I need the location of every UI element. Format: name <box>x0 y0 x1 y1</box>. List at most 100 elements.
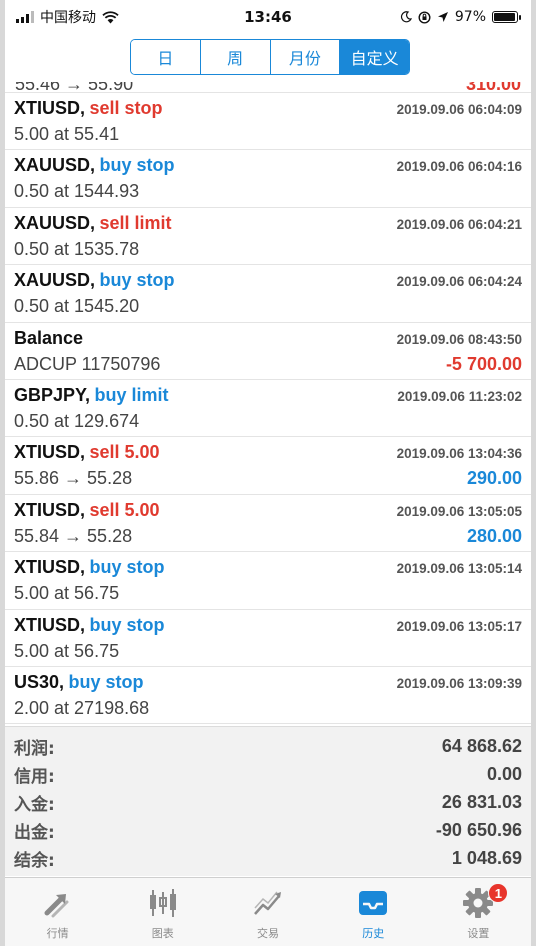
order-type-label: sell 5.00 <box>89 499 160 520</box>
battery-icon <box>492 11 521 23</box>
summary-label: 利润: <box>14 738 55 759</box>
history-row-details: 5.00 at 56.75 <box>14 583 522 604</box>
symbol-label: GBPJPY, <box>14 384 91 405</box>
status-left: 中国移动 <box>16 7 119 27</box>
order-detail: 0.50 at 129.674 <box>14 410 140 431</box>
summary-row: 入金: 26 831.03 <box>14 788 522 816</box>
order-type-label: sell limit <box>99 212 172 233</box>
symbol-label: XTIUSD, <box>14 557 86 578</box>
tab-settings-gear[interactable]: 设置 1 <box>426 878 531 946</box>
order-detail: 5.00 at 56.75 <box>14 583 120 604</box>
tab-candlestick-chart[interactable]: 图表 <box>110 878 215 946</box>
period-tab-0[interactable]: 日 <box>131 40 201 74</box>
summary-row: 出金: -90 650.96 <box>14 816 522 844</box>
history-row[interactable]: XTIUSD, sell 5.00 2019.09.06 13:04:36 55.8… <box>5 437 531 495</box>
location-arrow-icon <box>437 12 448 22</box>
history-row-header: US30, buy stop 2019.09.06 13:09:39 <box>14 672 522 693</box>
history-row-details: 55.86 → 55.28 290.00 <box>14 468 522 489</box>
history-row[interactable]: Balance 2019.09.06 08:43:50 ADCUP 11750796… <box>5 323 531 380</box>
history-row[interactable]: XTIUSD, buy stop 2019.09.06 13:05:14 5.00 … <box>5 552 531 610</box>
tab-label: 图表 <box>151 927 174 940</box>
quotes-arrows-icon <box>41 886 75 920</box>
history-row-header: XTIUSD, sell 5.00 2019.09.06 13:04:36 <box>14 442 522 463</box>
profit-amount: 290.00 <box>466 468 522 489</box>
summary-row: 结余: 1 048.69 <box>14 844 522 872</box>
history-row-details: 2.00 at 27198.68 <box>14 698 522 719</box>
history-row-title: XTIUSD, sell 5.00 <box>14 442 160 463</box>
tab-label: 行情 <box>46 927 69 940</box>
history-row-details: 0.50 at 1545.20 <box>14 296 522 317</box>
history-row-title: XAUUSD, buy stop <box>14 155 174 176</box>
order-timestamp: 2019.09.06 06:04:09 <box>396 102 522 117</box>
summary-label: 出金: <box>14 822 55 843</box>
status-right: 97% <box>400 9 521 25</box>
history-row-title: XAUUSD, sell limit <box>14 213 172 234</box>
order-detail: 0.50 at 1544.93 <box>14 181 140 202</box>
summary-row: 信用: 0.00 <box>14 760 522 788</box>
history-row[interactable]: XTIUSD, sell stop 2019.09.06 06:04:09 5.00… <box>5 93 531 151</box>
symbol-label: XTIUSD, <box>14 442 86 463</box>
history-row[interactable]: XAUUSD, sell limit 2019.09.06 06:04:21 0.5… <box>5 208 531 266</box>
history-row[interactable]: XTIUSD, sell 5.00 2019.09.06 13:05:05 55.8… <box>5 495 531 553</box>
order-detail: 2.00 at 27198.68 <box>14 697 150 718</box>
history-row[interactable]: US30, buy stop 2019.09.06 13:09:39 2.00 at… <box>5 667 531 725</box>
summary-row: 利润: 64 868.62 <box>14 732 522 760</box>
partial-row-amount: 310.00 <box>465 82 521 93</box>
order-detail: ADCUP 11750796 <box>14 353 161 374</box>
symbol-label: XAUUSD, <box>14 212 96 233</box>
history-row[interactable]: XAUUSD, buy stop 2019.09.06 06:04:24 0.50 … <box>5 265 531 323</box>
history-row-header: XTIUSD, sell 5.00 2019.09.06 13:05:05 <box>14 500 522 521</box>
history-row-details: 5.00 at 55.41 <box>14 124 522 145</box>
history-row-title: XTIUSD, sell 5.00 <box>14 500 160 521</box>
tab-label: 历史 <box>362 927 385 940</box>
history-row-details: 0.50 at 129.674 <box>14 411 522 432</box>
status-bar: 中国移动 13:46 97% <box>0 0 536 34</box>
summary-value: 0.00 <box>486 763 522 784</box>
tab-trade-line-chart[interactable]: 交易 <box>215 878 320 946</box>
history-row-title: XTIUSD, buy stop <box>14 615 164 636</box>
order-detail: 55.86 → 55.28 <box>14 468 133 489</box>
order-timestamp: 2019.09.06 06:04:21 <box>396 216 522 232</box>
history-row-details: 55.84 → 55.28 280.00 <box>14 526 522 547</box>
symbol-label: XAUUSD, <box>14 155 96 176</box>
history-row-details: 0.50 at 1535.78 <box>14 239 522 260</box>
candlestick-chart-icon <box>146 886 180 920</box>
order-type-label: buy stop <box>89 614 165 635</box>
order-type-label: buy stop <box>99 270 175 291</box>
history-row-header: XTIUSD, buy stop 2019.09.06 13:05:17 <box>14 615 522 636</box>
notification-badge: 1 <box>488 883 509 903</box>
order-detail: 5.00 at 55.41 <box>14 124 120 144</box>
history-row-title: GBPJPY, buy limit <box>14 385 169 406</box>
history-list[interactable]: 55.46 → 55.90 310.00 XTIUSD, sell stop 20… <box>5 82 531 726</box>
history-inbox-icon <box>356 886 390 920</box>
history-row[interactable]: XTIUSD, buy stop 2019.09.06 13:05:17 5.00 … <box>5 610 531 667</box>
tab-history-inbox[interactable]: 历史 <box>321 878 426 946</box>
wifi-icon <box>102 10 119 23</box>
history-row-title: US30, buy stop <box>14 672 143 693</box>
battery-percent: 97% <box>454 9 486 25</box>
history-row[interactable]: XAUUSD, buy stop 2019.09.06 06:04:16 0.50 … <box>5 150 531 208</box>
history-row-header: XTIUSD, buy stop 2019.09.06 13:05:14 <box>14 557 522 578</box>
tab-quotes-arrows[interactable]: 行情 <box>5 878 110 946</box>
battery-level <box>494 13 516 21</box>
order-type-label: buy stop <box>89 557 165 578</box>
history-row-details: 0.50 at 1544.93 <box>14 181 522 202</box>
period-tab-1[interactable]: 周 <box>200 40 271 74</box>
period-tab-3[interactable]: 自定义 <box>340 40 409 74</box>
order-timestamp: 2019.09.06 13:05:17 <box>396 618 522 634</box>
history-row-details: ADCUP 11750796 -5 700.00 <box>14 354 522 375</box>
order-timestamp: 2019.09.06 13:05:05 <box>396 503 522 519</box>
history-row[interactable]: GBPJPY, buy limit 2019.09.06 11:23:02 0.50… <box>5 380 531 438</box>
history-row-title: XAUUSD, buy stop <box>14 270 174 291</box>
period-tab-2[interactable]: 月份 <box>270 40 341 74</box>
summary-value: 26 831.03 <box>441 791 522 812</box>
summary-label: 结余: <box>14 850 55 871</box>
order-type-label: buy limit <box>94 384 169 405</box>
order-timestamp: 2019.09.06 06:04:16 <box>396 159 522 175</box>
history-row-title: XTIUSD, buy stop <box>14 557 164 578</box>
cellular-signal-icon <box>16 11 34 23</box>
history-row-title: Balance <box>14 328 83 349</box>
right-frame-edge <box>531 0 536 946</box>
partial-history-row: 55.46 → 55.90 310.00 <box>5 82 531 93</box>
order-type-label: sell 5.00 <box>89 442 160 463</box>
